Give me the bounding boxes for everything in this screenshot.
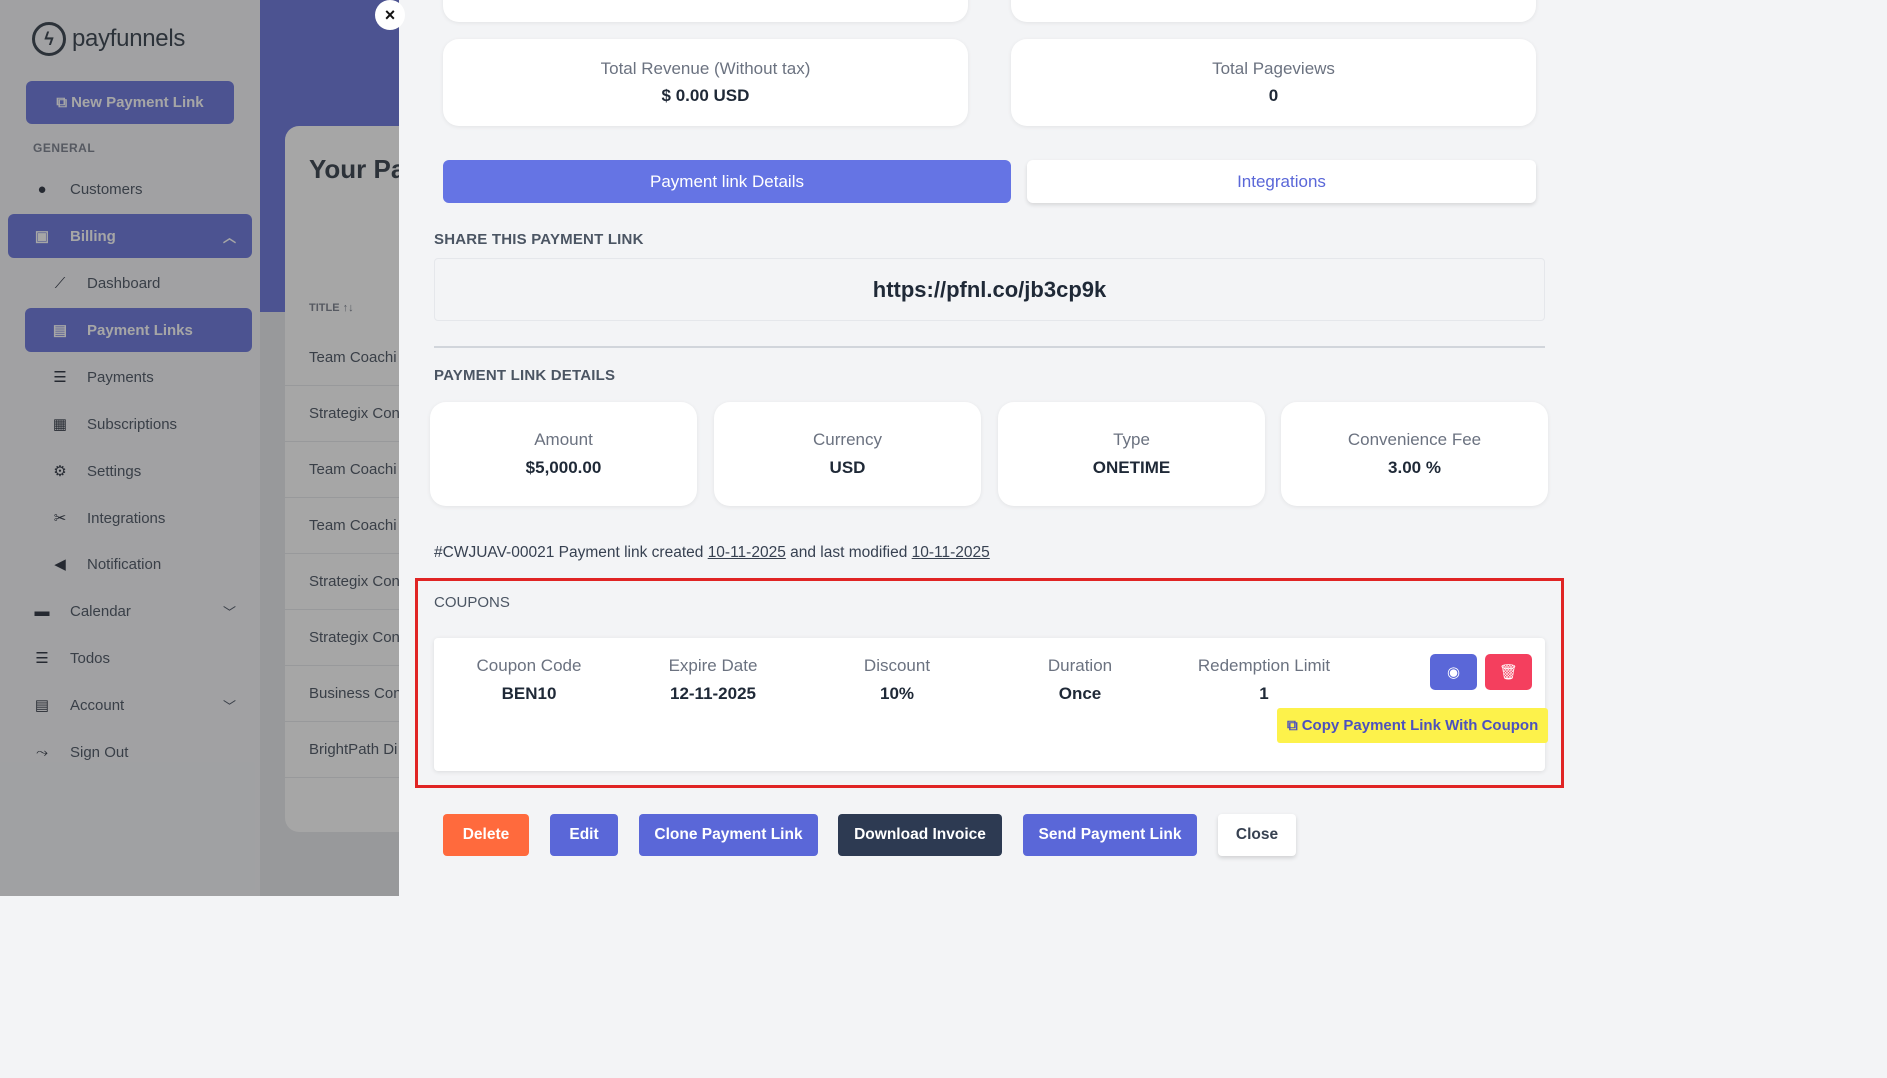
stat-value: 0 [1268, 86, 1279, 105]
detail-value: 3.00 % [1388, 458, 1441, 477]
link-meta: #CWJUAV-00021 Payment link created 10-11… [434, 544, 990, 562]
detail-card-convenience-fee: Convenience Fee 3.00 % [1281, 402, 1548, 506]
close-icon[interactable]: × [375, 0, 405, 30]
stat-label: Total Revenue (Without tax) [600, 59, 811, 78]
detail-card-amount: Amount $5,000.00 [430, 402, 697, 506]
coupon-label: Discount [863, 656, 931, 675]
coupon-redemption-limit: Redemption Limit 1 [1164, 656, 1364, 704]
close-button[interactable]: Close [1218, 814, 1296, 856]
stat-card-partial [443, 0, 968, 22]
view-coupon-button[interactable]: ◉ [1430, 654, 1477, 690]
copy-icon: ⧉ [1287, 717, 1298, 734]
coupon-card: Coupon Code BEN10 Expire Date 12-11-2025… [434, 638, 1549, 771]
trash-icon: 🗑 [1498, 664, 1519, 681]
stat-card-partial [1011, 0, 1536, 22]
coupon-code: Coupon Code BEN10 [429, 656, 629, 704]
copy-link-label: Copy Payment Link With Coupon [1301, 717, 1539, 734]
detail-value: ONETIME [1092, 458, 1171, 477]
meta-id-text: #CWJUAV-00021 Payment link created [434, 544, 704, 561]
edit-button[interactable]: Edit [550, 814, 618, 856]
divider [434, 346, 1545, 348]
coupon-value: BEN10 [501, 684, 557, 703]
share-heading: SHARE THIS PAYMENT LINK [434, 231, 644, 248]
tab-integrations[interactable]: Integrations [1027, 160, 1536, 203]
detail-card-currency: Currency USD [714, 402, 981, 506]
detail-label: Currency [813, 430, 882, 449]
modified-date: 10-11-2025 [911, 544, 990, 561]
coupon-duration: Duration Once [980, 656, 1180, 704]
delete-button[interactable]: Delete [443, 814, 529, 856]
stat-value: $ 0.00 USD [661, 86, 750, 105]
coupon-expire-date: Expire Date 12-11-2025 [613, 656, 813, 704]
payment-link-panel: Total Revenue (Without tax) $ 0.00 USD T… [399, 0, 1568, 896]
send-payment-link-button[interactable]: Send Payment Link [1023, 814, 1197, 856]
stat-label: Total Pageviews [1212, 59, 1335, 78]
coupon-label: Redemption Limit [1197, 656, 1331, 675]
meta-middle-text: and last modified [790, 544, 908, 561]
detail-value: USD [829, 458, 866, 477]
detail-card-type: Type ONETIME [998, 402, 1265, 506]
modal-backdrop[interactable] [0, 0, 399, 896]
coupon-value: 10% [879, 684, 915, 703]
coupons-heading: COUPONS [434, 594, 510, 611]
coupon-value: Once [1058, 684, 1102, 703]
detail-value: $5,000.00 [525, 458, 602, 477]
coupon-value: 1 [1259, 684, 1269, 703]
coupon-label: Duration [1047, 656, 1113, 675]
created-date: 10-11-2025 [707, 544, 786, 561]
coupon-discount: Discount 10% [797, 656, 997, 704]
stat-card-revenue: Total Revenue (Without tax) $ 0.00 USD [443, 39, 968, 126]
clone-payment-link-button[interactable]: Clone Payment Link [639, 814, 818, 856]
detail-label: Type [1113, 430, 1150, 449]
share-url[interactable]: https://pfnl.co/jb3cp9k [434, 258, 1545, 321]
copy-link-with-coupon[interactable]: ⧉ Copy Payment Link With Coupon [1277, 708, 1549, 743]
details-heading: PAYMENT LINK DETAILS [434, 367, 616, 384]
detail-label: Convenience Fee [1347, 430, 1482, 449]
tab-payment-link-details[interactable]: Payment link Details [443, 160, 1011, 203]
coupon-label: Expire Date [668, 656, 758, 675]
detail-label: Amount [534, 430, 593, 449]
coupon-label: Coupon Code [476, 656, 582, 675]
download-invoice-button[interactable]: Download Invoice [838, 814, 1002, 856]
stat-card-pageviews: Total Pageviews 0 [1011, 39, 1536, 126]
coupon-value: 12-11-2025 [669, 684, 757, 703]
eye-icon: ◉ [1446, 664, 1461, 681]
delete-coupon-button[interactable]: 🗑 [1485, 654, 1532, 690]
